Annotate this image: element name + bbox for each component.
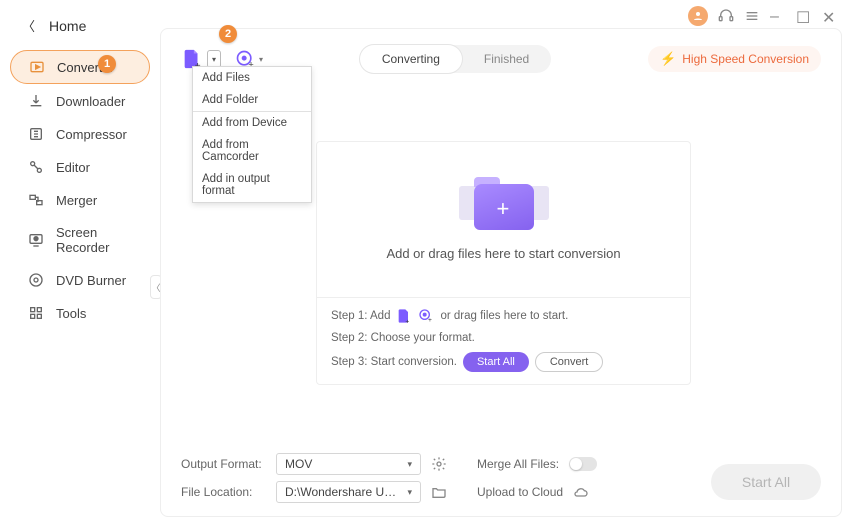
output-format-select[interactable]: MOV ▾ xyxy=(276,453,421,475)
headset-icon[interactable] xyxy=(718,8,734,24)
user-avatar[interactable] xyxy=(688,6,708,26)
dvd-burner-icon xyxy=(28,272,44,288)
dd-add-from-device[interactable]: Add from Device xyxy=(193,111,311,134)
step3-text: Step 3: Start conversion. xyxy=(331,356,457,368)
add-file-dropdown-menu: Add Files Add Folder Add from Device Add… xyxy=(192,66,312,203)
dropzone-top: + Add or drag files here to start conver… xyxy=(317,142,690,297)
sidebar-item-editor[interactable]: Editor xyxy=(10,151,150,183)
dd-add-folder[interactable]: Add Folder xyxy=(193,89,311,111)
maximize-button[interactable]: ☐ xyxy=(796,8,812,24)
sidebar-item-downloader[interactable]: Downloader xyxy=(10,85,150,117)
downloader-icon xyxy=(28,93,44,109)
dd-add-from-camcorder[interactable]: Add from Camcorder xyxy=(193,134,311,168)
close-button[interactable]: ✕ xyxy=(822,8,838,24)
sidebar-item-label: Screen Recorder xyxy=(56,225,132,255)
tab-finished[interactable]: Finished xyxy=(462,45,551,73)
menu-icon[interactable] xyxy=(744,8,760,24)
sidebar-header[interactable]: 〈 Home xyxy=(0,6,160,49)
dropzone-text: Add or drag files here to start conversi… xyxy=(386,246,620,261)
compressor-icon xyxy=(28,126,44,142)
screen-recorder-icon xyxy=(28,232,44,248)
file-location-value: D:\Wondershare UniConverter 1 xyxy=(285,485,400,499)
tab-converting[interactable]: Converting xyxy=(360,45,462,73)
start-all-small-button[interactable]: Start All xyxy=(463,352,529,372)
high-speed-label: High Speed Conversion xyxy=(682,52,809,66)
dd-add-files[interactable]: Add Files xyxy=(193,67,311,89)
merge-all-toggle[interactable] xyxy=(569,457,597,471)
step1-prefix: Step 1: Add xyxy=(331,310,390,322)
dropzone[interactable]: + Add or drag files here to start conver… xyxy=(316,141,691,385)
annotation-badge-1: 1 xyxy=(98,55,116,73)
sidebar-item-label: Editor xyxy=(56,160,90,175)
bolt-icon: ⚡ xyxy=(660,51,676,67)
step1-suffix: or drag files here to start. xyxy=(440,310,568,322)
bottom-bar: Output Format: MOV ▾ Merge All Files: Fi… xyxy=(181,450,821,506)
step2-text: Step 2: Choose your format. xyxy=(331,332,475,344)
output-format-label: Output Format: xyxy=(181,457,266,471)
sidebar-item-compressor[interactable]: Compressor xyxy=(10,118,150,150)
add-file-mini-icon[interactable]: + xyxy=(396,308,412,324)
tools-icon xyxy=(28,305,44,321)
upload-cloud-label: Upload to Cloud xyxy=(477,485,563,499)
sidebar-item-label: Compressor xyxy=(56,127,127,142)
merge-all-label: Merge All Files: xyxy=(477,457,559,471)
dd-add-in-output-format[interactable]: Add in output format xyxy=(193,168,311,202)
sidebar-item-label: DVD Burner xyxy=(56,273,126,288)
merger-icon xyxy=(28,192,44,208)
sidebar-item-label: Downloader xyxy=(56,94,125,109)
chevron-down-icon: ▾ xyxy=(407,459,412,470)
settings-gear-icon[interactable] xyxy=(431,456,447,472)
sidebar-item-label: Tools xyxy=(56,306,86,321)
sidebar-item-converter[interactable]: Converter xyxy=(10,50,150,84)
file-location-select[interactable]: D:\Wondershare UniConverter 1 ▾ xyxy=(276,481,421,503)
status-tabs: Converting Finished xyxy=(360,45,551,73)
back-icon[interactable]: 〈 xyxy=(22,16,35,35)
chevron-down-icon: ▾ xyxy=(407,487,412,498)
converter-icon xyxy=(29,59,45,75)
svg-text:+: + xyxy=(428,317,432,324)
output-format-value: MOV xyxy=(285,457,312,471)
sidebar-item-screen-recorder[interactable]: Screen Recorder xyxy=(10,217,150,263)
file-location-label: File Location: xyxy=(181,485,266,499)
sidebar-item-merger[interactable]: Merger xyxy=(10,184,150,216)
dropzone-steps: Step 1: Add + + or drag files here to st… xyxy=(317,297,690,384)
folder-plus-icon: + xyxy=(470,178,538,232)
cloud-icon[interactable] xyxy=(573,484,589,500)
high-speed-conversion-button[interactable]: ⚡ High Speed Conversion xyxy=(648,46,821,72)
minimize-button[interactable]: – xyxy=(770,8,786,24)
sidebar-item-dvd-burner[interactable]: DVD Burner xyxy=(10,264,150,296)
sidebar-item-tools[interactable]: Tools xyxy=(10,297,150,329)
add-dvd-dropdown-toggle[interactable]: ▾ xyxy=(259,55,263,64)
add-dvd-mini-icon[interactable]: + xyxy=(418,308,434,324)
start-all-button[interactable]: Start All xyxy=(711,464,821,500)
sidebar: 〈 Home Converter Downloader Compressor E… xyxy=(0,0,160,525)
sidebar-item-label: Merger xyxy=(56,193,97,208)
convert-small-button[interactable]: Convert xyxy=(535,352,604,372)
home-label: Home xyxy=(49,18,86,34)
folder-open-icon[interactable] xyxy=(431,484,447,500)
editor-icon xyxy=(28,159,44,175)
svg-text:+: + xyxy=(406,318,410,324)
